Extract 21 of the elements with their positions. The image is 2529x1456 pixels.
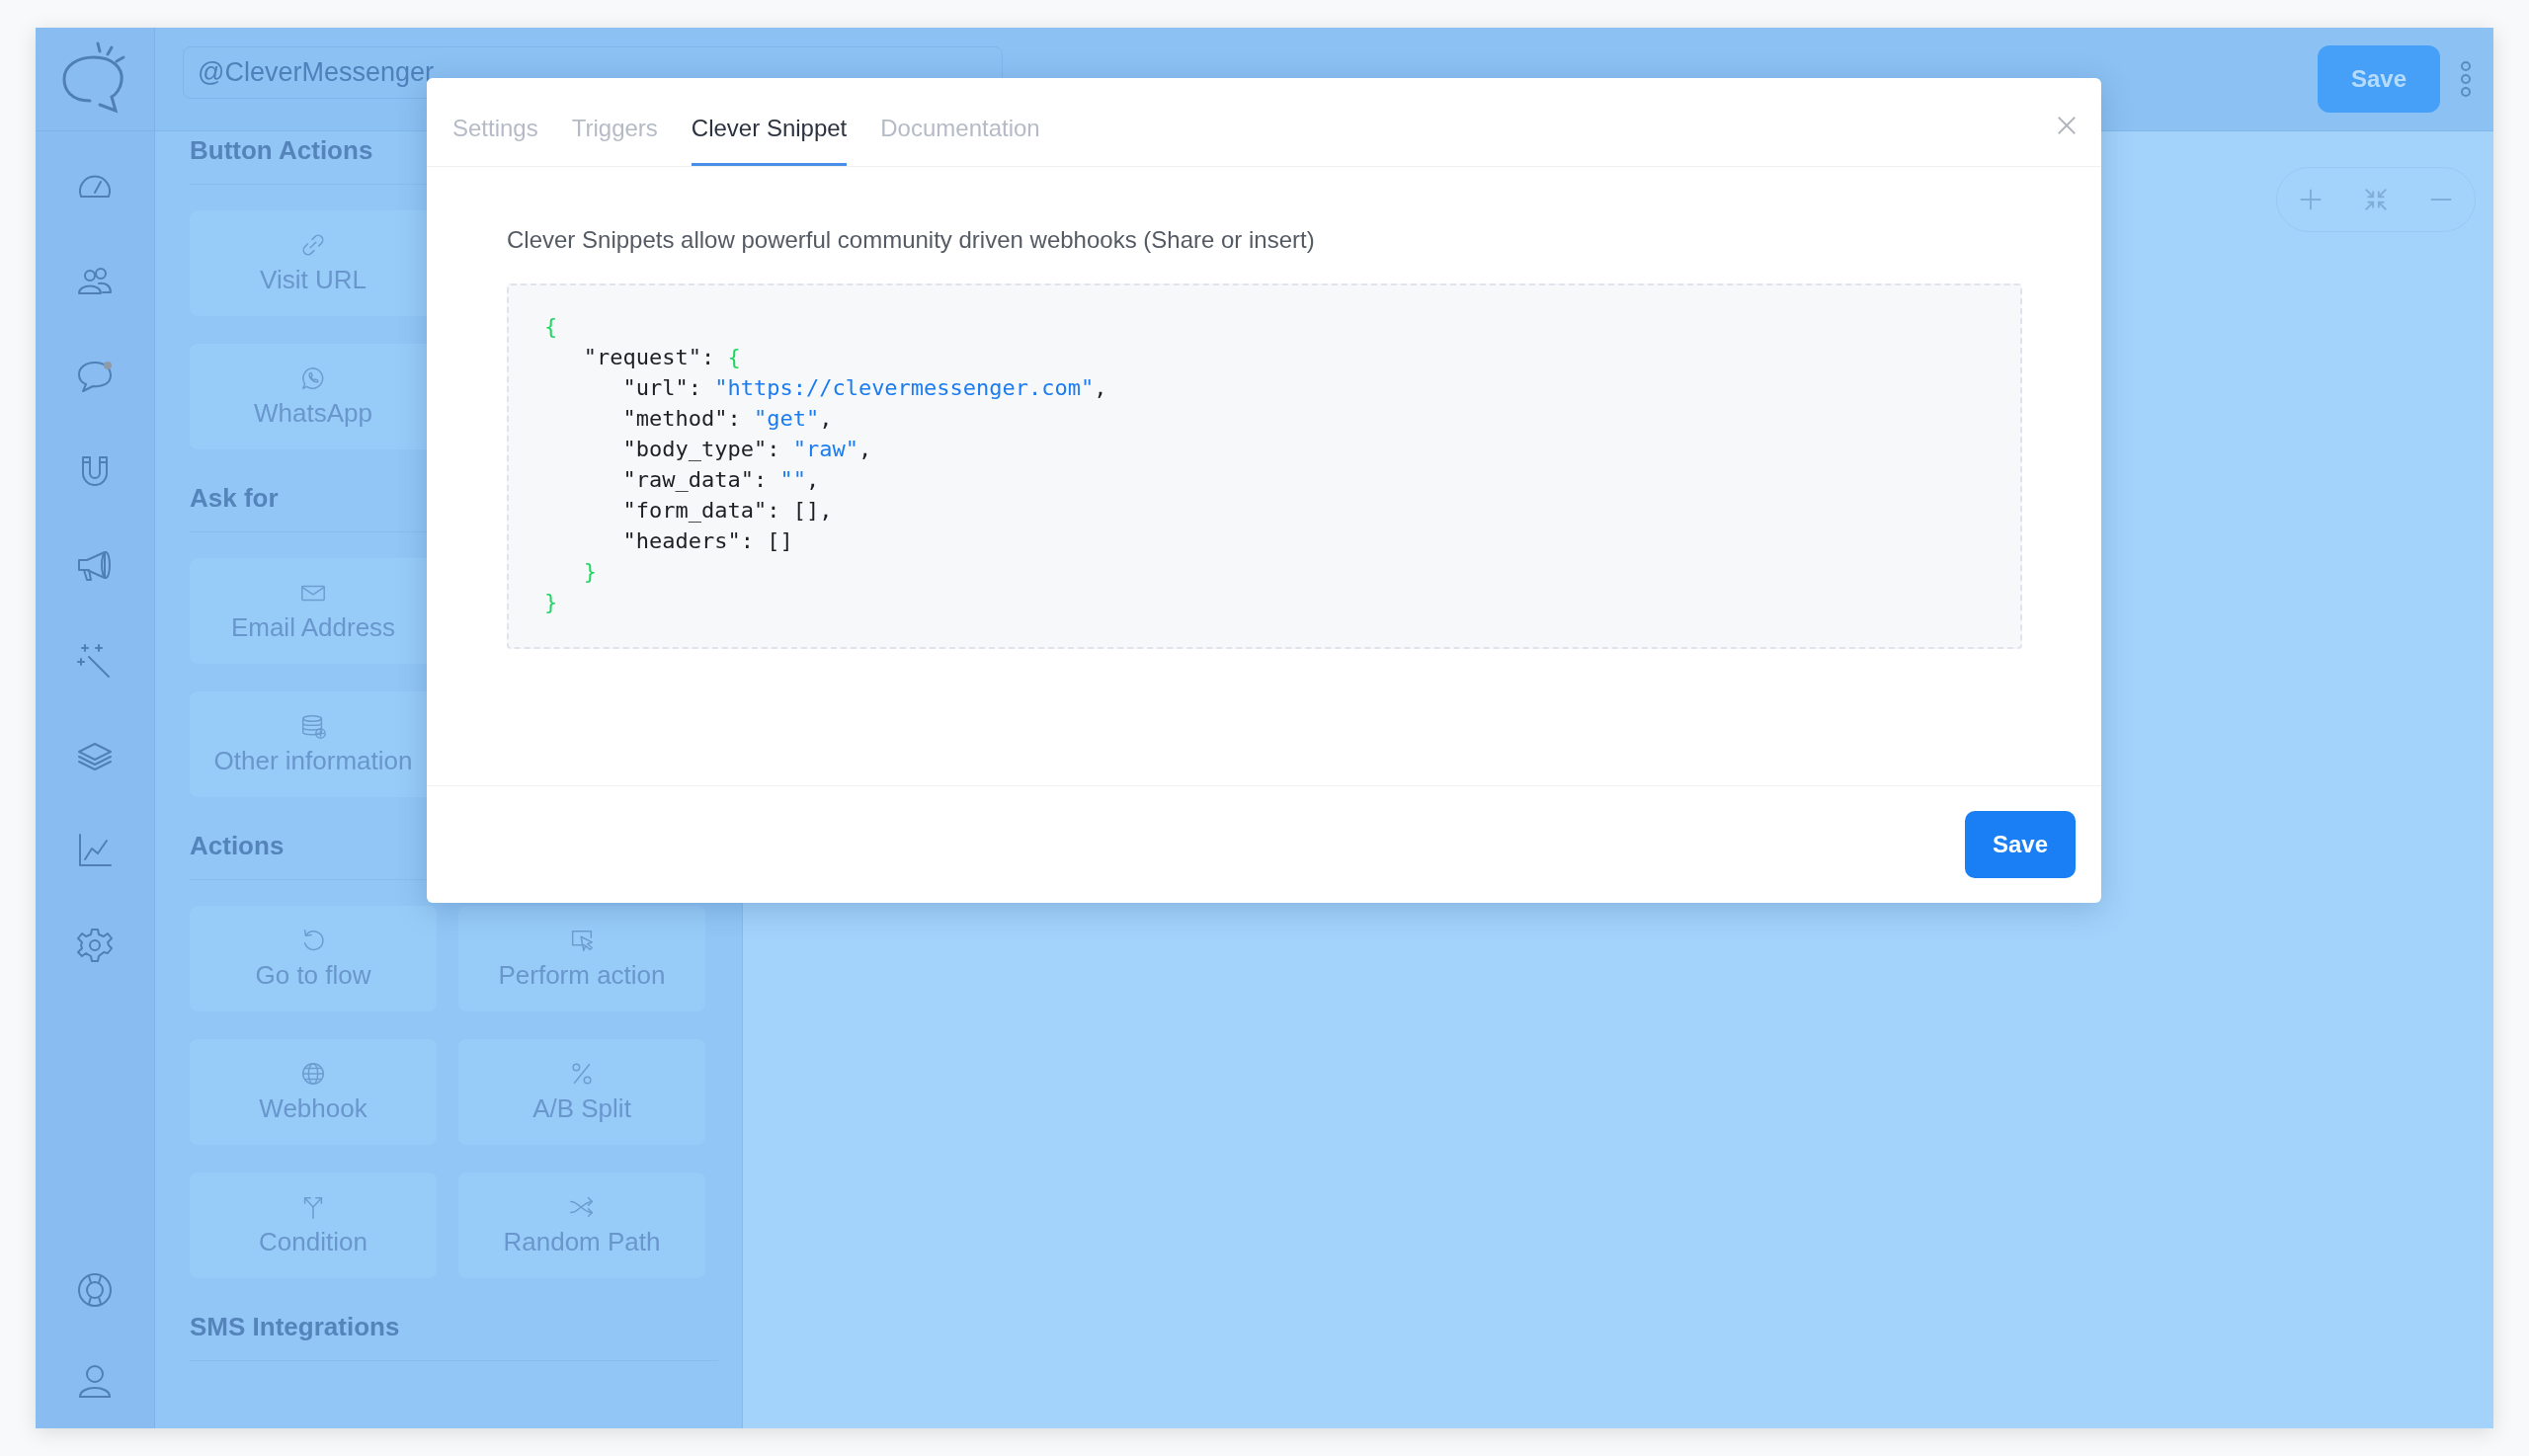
save-button[interactable]: Save xyxy=(2317,45,2440,113)
globe-icon xyxy=(299,1060,327,1088)
code-line: } xyxy=(544,589,558,616)
code-line: } xyxy=(582,558,597,586)
database-icon xyxy=(299,712,327,740)
code-line: "method": "get", xyxy=(621,405,833,433)
code-line: "url": "https://clevermessenger.com", xyxy=(621,374,1107,402)
code-line: "body_type": "raw", xyxy=(621,436,872,463)
more-options-icon[interactable] xyxy=(2460,59,2472,99)
close-icon[interactable] xyxy=(2056,114,2078,136)
section-heading: SMS Integrations xyxy=(190,1302,718,1361)
code-line: "request": { xyxy=(582,344,741,371)
description-text: Clever Snippets allow powerful community driven webhooks (Share or insert) xyxy=(507,226,1316,254)
tab[interactable]: Clever Snippet xyxy=(691,78,848,166)
tab[interactable]: Documentation xyxy=(880,78,1040,166)
code-line: { xyxy=(544,313,558,341)
gear-icon[interactable] xyxy=(75,926,115,965)
compress-arrows-icon[interactable] xyxy=(2362,186,2390,213)
breadcrumb-link[interactable]: @CleverMessenger xyxy=(198,56,434,88)
lifebuoy-icon[interactable] xyxy=(75,1270,115,1310)
save-button[interactable]: Save xyxy=(1964,811,2076,878)
